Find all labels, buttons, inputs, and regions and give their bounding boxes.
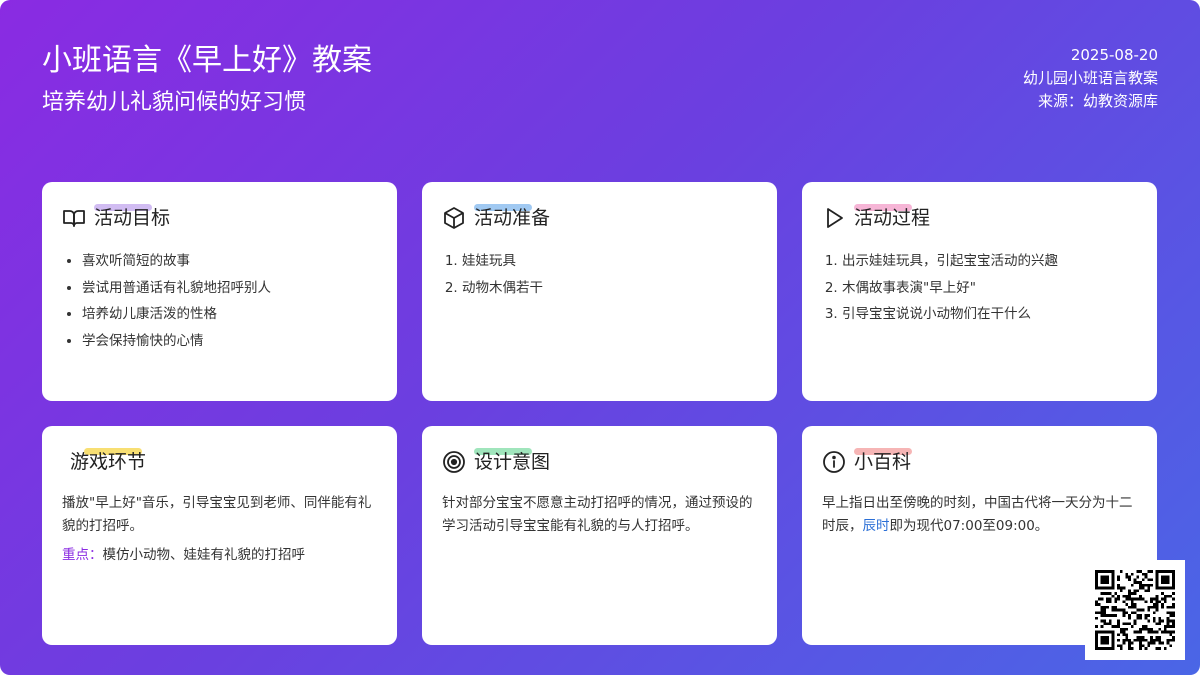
preparation-list: 娃娃玩具 动物木偶若干: [442, 248, 757, 301]
page-title: 小班语言《早上好》教案: [42, 43, 372, 78]
card-header: 游戏环节: [62, 446, 377, 478]
list-item: 培养幼儿康活泼的性格: [82, 301, 377, 328]
list-item: 动物木偶若干: [462, 275, 757, 302]
category-label: 幼儿园小班语言教案: [1022, 69, 1158, 87]
key-text: 模仿小动物、娃娃有礼貌的打招呼: [102, 547, 306, 563]
list-item: 引导宝宝说说小动物们在干什么: [842, 301, 1137, 328]
card-game-session: 游戏环节 播放"早上好"音乐，引导宝宝见到老师、同伴能有礼貌的打招呼。 重点：模…: [42, 426, 397, 645]
design-description: 针对部分宝宝不愿意主动打招呼的情况，通过预设的学习活动引导宝宝能有礼貌的与人打招…: [442, 495, 753, 534]
trivia-term: 辰时: [862, 518, 890, 534]
card-title: 设计意图: [474, 448, 550, 474]
info-icon: [822, 450, 846, 474]
card-header: 活动过程: [822, 202, 1137, 234]
list-item: 喜欢听简短的故事: [82, 248, 377, 275]
page-subtitle: 培养幼儿礼貌问候的好习惯: [42, 90, 307, 115]
game-description: 播放"早上好"音乐，引导宝宝见到老师、同伴能有礼貌的打招呼。: [62, 495, 372, 534]
list-item: 尝试用普通话有礼貌地招呼别人: [82, 275, 377, 302]
book-icon: [62, 206, 86, 230]
card-title: 小百科: [854, 448, 912, 474]
goals-list: 喜欢听简短的故事 尝试用普通话有礼貌地招呼别人 培养幼儿康活泼的性格 学会保持愉…: [62, 248, 377, 354]
card-header: 活动目标: [62, 202, 377, 234]
card-title: 活动过程: [854, 204, 930, 230]
key-label: 重点：: [62, 547, 103, 563]
card-title: 游戏环节: [70, 448, 146, 474]
card-activity-process: 活动过程 出示娃娃玩具，引起宝宝活动的兴趣 木偶故事表演"早上好" 引导宝宝说说…: [802, 182, 1157, 401]
card-title: 活动目标: [94, 204, 170, 230]
card-header: 设计意图: [442, 446, 757, 478]
header-meta: 2025-08-20 幼儿园小班语言教案 来源：幼教资源库: [1023, 44, 1158, 113]
process-list: 出示娃娃玩具，引起宝宝活动的兴趣 木偶故事表演"早上好" 引导宝宝说说小动物们在…: [822, 248, 1137, 328]
card-header: 小百科: [822, 446, 1137, 478]
card-activity-goals: 活动目标 喜欢听简短的故事 尝试用普通话有礼貌地招呼别人 培养幼儿康活泼的性格 …: [42, 182, 397, 401]
game-key-point: 重点：模仿小动物、娃娃有礼貌的打招呼: [62, 544, 377, 567]
card-activity-preparation: 活动准备 娃娃玩具 动物木偶若干: [422, 182, 777, 401]
lesson-plan-page: 小班语言《早上好》教案 培养幼儿礼貌问候的好习惯 2025-08-20 幼儿园小…: [0, 0, 1200, 675]
target-icon: [442, 450, 466, 474]
card-header: 活动准备: [442, 202, 757, 234]
cube-icon: [442, 206, 466, 230]
source-label: 来源：幼教资源库: [1037, 92, 1158, 110]
card-title: 活动准备: [474, 204, 550, 230]
list-item: 木偶故事表演"早上好": [842, 275, 1137, 302]
list-item: 娃娃玩具: [462, 248, 757, 275]
list-item: 学会保持愉快的心情: [82, 328, 377, 355]
play-icon: [822, 206, 846, 230]
qr-code-icon: [1085, 560, 1185, 660]
card-design-intent: 设计意图 针对部分宝宝不愿意主动打招呼的情况，通过预设的学习活动引导宝宝能有礼貌…: [422, 426, 777, 645]
date-label: 2025-08-20: [1070, 46, 1158, 64]
trivia-description: 早上指日出至傍晚的时刻，中国古代将一天分为十二时辰，辰时即为现代07:00至09…: [822, 495, 1133, 534]
list-item: 出示娃娃玩具，引起宝宝活动的兴趣: [842, 248, 1137, 275]
